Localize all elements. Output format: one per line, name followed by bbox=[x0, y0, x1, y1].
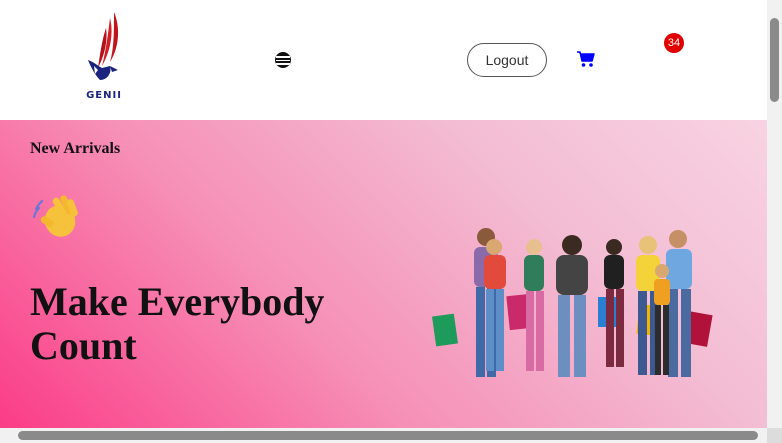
vertical-scrollbar-thumb[interactable] bbox=[770, 18, 779, 102]
hamburger-icon[interactable] bbox=[275, 52, 291, 68]
horizontal-scrollbar[interactable] bbox=[0, 428, 767, 443]
logo-wordmark: GENII bbox=[86, 90, 122, 101]
brand-logo[interactable]: GENII bbox=[80, 10, 128, 108]
hero-headline: Make Everybody Count bbox=[30, 279, 325, 368]
horizontal-scrollbar-thumb[interactable] bbox=[18, 431, 758, 440]
page-viewport: GENII Logout 34 New Arrivals Make Everyb… bbox=[0, 0, 767, 428]
top-navigation-bar: GENII Logout 34 bbox=[0, 0, 767, 120]
new-arrivals-label: New Arrivals bbox=[30, 140, 121, 157]
hero-banner: New Arrivals Make Everybody Count bbox=[0, 120, 767, 428]
shoppers-group-image bbox=[428, 225, 733, 390]
cart-count-badge: 34 bbox=[664, 33, 684, 53]
eagle-logo-icon bbox=[88, 12, 119, 80]
shopping-cart-icon[interactable] bbox=[576, 50, 596, 68]
scrollbar-corner bbox=[767, 428, 782, 443]
logout-button[interactable]: Logout bbox=[467, 43, 547, 77]
waving-hand-icon bbox=[32, 193, 82, 241]
vertical-scrollbar[interactable] bbox=[767, 0, 782, 428]
